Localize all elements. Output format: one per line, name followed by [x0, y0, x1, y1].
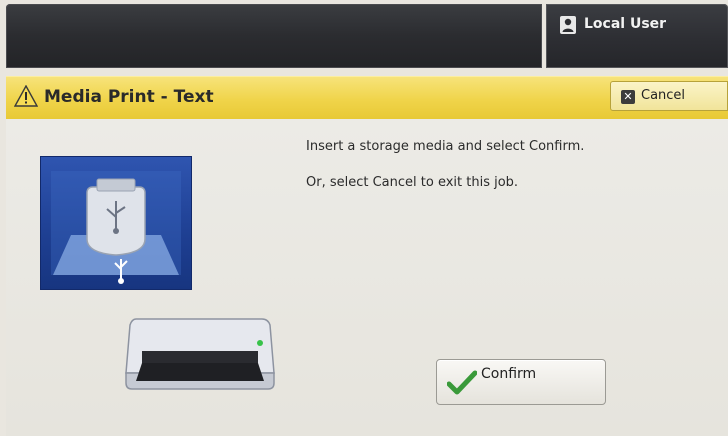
confirm-label: Confirm [481, 366, 537, 382]
confirm-button[interactable]: Confirm [436, 359, 606, 405]
main-content: Insert a storage media and select Confir… [6, 119, 728, 436]
media-slot-illustration [125, 318, 275, 390]
page-title: Media Print - Text [44, 87, 214, 107]
warning-icon [14, 85, 38, 107]
cancel-label: Cancel [641, 88, 686, 103]
instruction-line-1: Insert a storage media and select Confir… [306, 139, 585, 154]
instruction-line-2: Or, select Cancel to exit this job. [306, 175, 519, 190]
checkmark-icon [447, 370, 477, 395]
user-icon [560, 16, 576, 34]
close-icon: ✕ [621, 90, 635, 104]
local-user-button[interactable]: Local User [546, 4, 728, 68]
cancel-button[interactable]: ✕ Cancel [610, 81, 728, 111]
title-bar: Media Print - Text ✕ Cancel [6, 76, 728, 120]
top-status-bar [6, 4, 542, 68]
usb-media-illustration [40, 156, 192, 290]
user-label: Local User [584, 16, 667, 32]
usb-drive-icon [51, 171, 181, 284]
